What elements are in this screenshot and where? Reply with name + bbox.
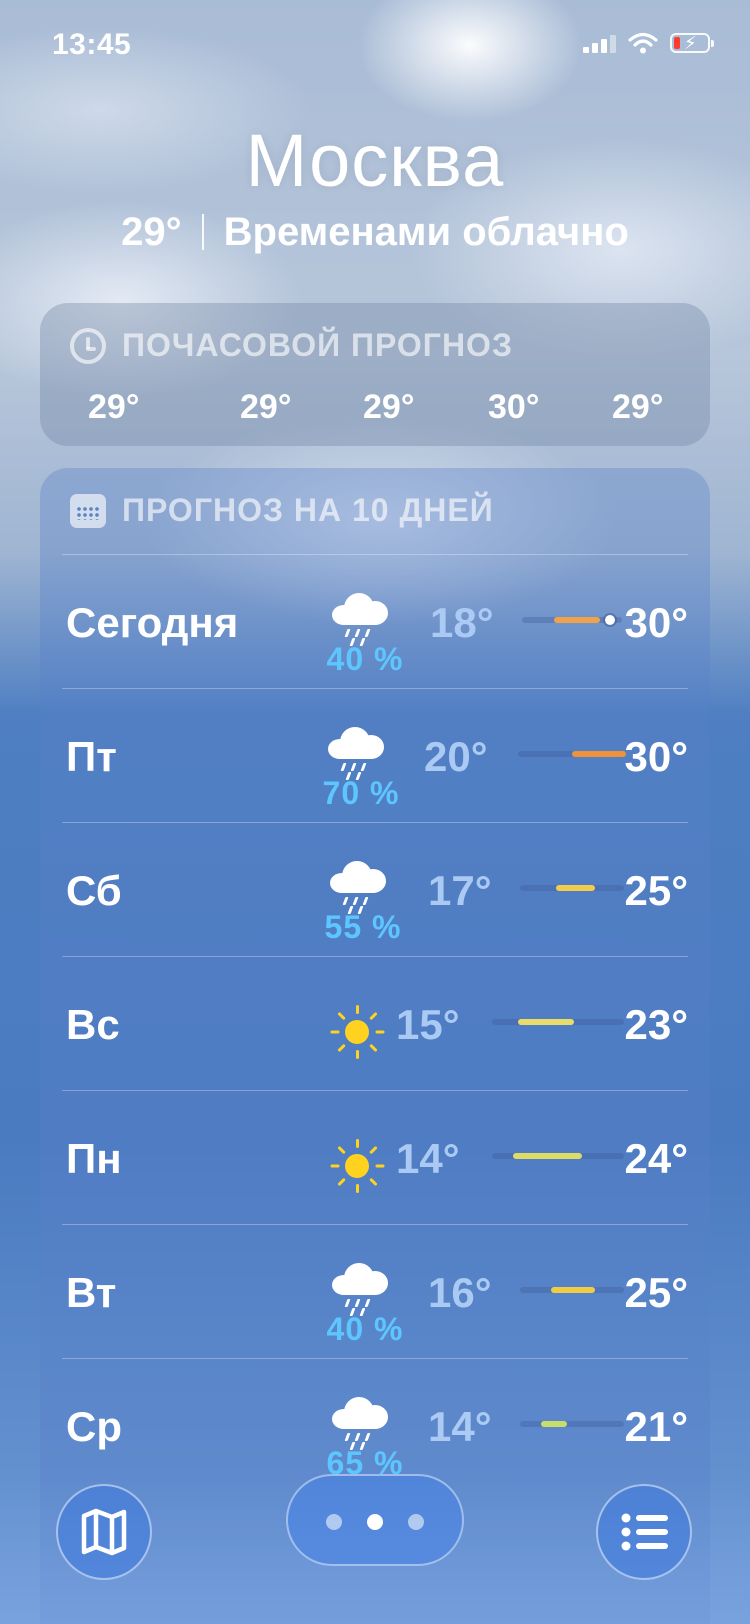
forecast-day: Пн [66, 1135, 122, 1182]
hourly-forecast-card[interactable]: ПОЧАСОВОЙ ПРОГНОЗ 29° 29° 29° 30° 29° [40, 303, 710, 446]
forecast-row[interactable]: Ср 65 % 14° 21° [62, 1358, 688, 1492]
daily-rows: Сегодня 40 % 18° 30° Пт 70 % 20° 30° Сб 55 % 17° 25… [62, 554, 688, 1492]
high-temp: 30° [624, 733, 688, 780]
wifi-icon [628, 32, 658, 54]
temp-range-bar [554, 617, 600, 623]
hourly-temp: 29° [240, 388, 292, 426]
current-condition: Временами облачно [223, 210, 629, 254]
high-temp: 23° [624, 1001, 688, 1048]
status-bar: 13:45 ⚡ [0, 0, 750, 92]
precip-chance: 70 % [322, 775, 400, 811]
battery-charging-icon: ⚡ [670, 33, 714, 53]
hourly-temp: 30° [488, 388, 540, 426]
hourly-header: ПОЧАСОВОЙ ПРОГНОЗ [70, 327, 513, 364]
hourly-temp: 29° [612, 388, 664, 426]
page-dot[interactable] [408, 1514, 424, 1530]
page-dot[interactable] [326, 1514, 342, 1530]
weather-icon-group: 55 % [308, 845, 400, 945]
cloud-rain-icon [332, 593, 388, 625]
status-time: 13:45 [52, 28, 132, 61]
cloud-rain-icon [330, 861, 386, 893]
clock-icon [70, 327, 106, 364]
high-temp: 21° [624, 1403, 688, 1450]
low-temp: 20° [424, 733, 488, 780]
temp-range-bar [540, 1421, 567, 1427]
weather-icon-group: 40 % [310, 577, 402, 677]
daily-title: ПРОГНОЗ НА 10 ДНЕЙ [122, 492, 494, 528]
hourly-title: ПОЧАСОВОЙ ПРОГНОЗ [122, 327, 513, 363]
cloud-rain-icon [332, 1397, 388, 1429]
hourly-temp: 29° [88, 388, 140, 426]
high-temp: 25° [624, 867, 688, 914]
forecast-row[interactable]: Вт 40 % 16° 25° [62, 1224, 688, 1358]
weather-icon-group: 70 % [306, 711, 398, 811]
forecast-day: Сегодня [66, 599, 239, 646]
forecast-day: Пт [66, 733, 117, 780]
cellular-signal-icon [583, 33, 616, 53]
forecast-row[interactable]: Вс 15° 23° [62, 956, 688, 1090]
calendar-icon [70, 493, 106, 528]
low-temp: 15° [396, 1001, 460, 1048]
city-name: Москва [245, 119, 505, 202]
temp-range-bar [556, 885, 595, 891]
page-indicator[interactable] [286, 1474, 464, 1566]
current-temp-marker [605, 615, 615, 625]
status-icons: ⚡ [583, 32, 714, 54]
high-temp: 24° [624, 1135, 688, 1182]
temp-range-track [520, 1421, 624, 1427]
temp-range-bar [572, 751, 626, 757]
high-temp: 30° [624, 599, 688, 646]
ten-day-forecast-card[interactable]: ПРОГНОЗ НА 10 ДНЕЙ Сегодня 40 % 18° 30° Пт 70… [40, 468, 710, 1624]
hourly-temp: 29° [363, 388, 415, 426]
list-icon [621, 1513, 668, 1551]
low-temp: 17° [428, 867, 492, 914]
low-temp: 14° [428, 1403, 492, 1450]
forecast-day: Ср [66, 1403, 122, 1450]
daily-header: ПРОГНОЗ НА 10 ДНЕЙ [70, 492, 494, 529]
temp-range-track [492, 1019, 624, 1025]
forecast-row[interactable]: Пн 14° 24° [62, 1090, 688, 1224]
temp-range-track [520, 1287, 624, 1293]
weather-icon-group: 40 % [310, 1247, 402, 1347]
high-temp: 25° [624, 1269, 688, 1316]
low-temp: 16° [428, 1269, 492, 1316]
divider [201, 214, 204, 250]
locations-list-button[interactable] [596, 1484, 692, 1580]
low-temp: 18° [430, 599, 494, 646]
forecast-row[interactable]: Пт 70 % 20° 30° [62, 688, 688, 822]
precip-chance: 40 % [326, 641, 404, 677]
low-temp: 14° [396, 1135, 460, 1182]
weather-icon-group: 65 % [310, 1381, 402, 1481]
precip-chance: 55 % [324, 909, 402, 945]
temp-range-bar [518, 1019, 574, 1025]
cloud-rain-icon [332, 1263, 388, 1295]
temp-range-track [520, 885, 624, 891]
map-icon [81, 1508, 127, 1556]
current-summary: 29° Временами облачно [0, 210, 750, 255]
temp-range-track [518, 751, 626, 757]
current-temp: 29° [121, 210, 182, 254]
page-dot-active[interactable] [367, 1514, 383, 1530]
forecast-day: Вт [66, 1269, 117, 1316]
forecast-row[interactable]: Сегодня 40 % 18° 30° [62, 554, 688, 688]
temp-range-track [522, 615, 622, 625]
temp-range-bar [513, 1153, 582, 1159]
forecast-row[interactable]: Сб 55 % 17° 25° [62, 822, 688, 956]
precip-chance: 40 % [326, 1311, 404, 1347]
sun-icon [330, 1005, 384, 1059]
temp-range-track [492, 1153, 624, 1159]
cloud-rain-icon [328, 727, 384, 759]
map-button[interactable] [56, 1484, 152, 1580]
forecast-day: Вс [66, 1001, 120, 1048]
temp-range-bar [551, 1287, 595, 1293]
sun-icon [330, 1139, 384, 1193]
forecast-day: Сб [66, 867, 122, 914]
